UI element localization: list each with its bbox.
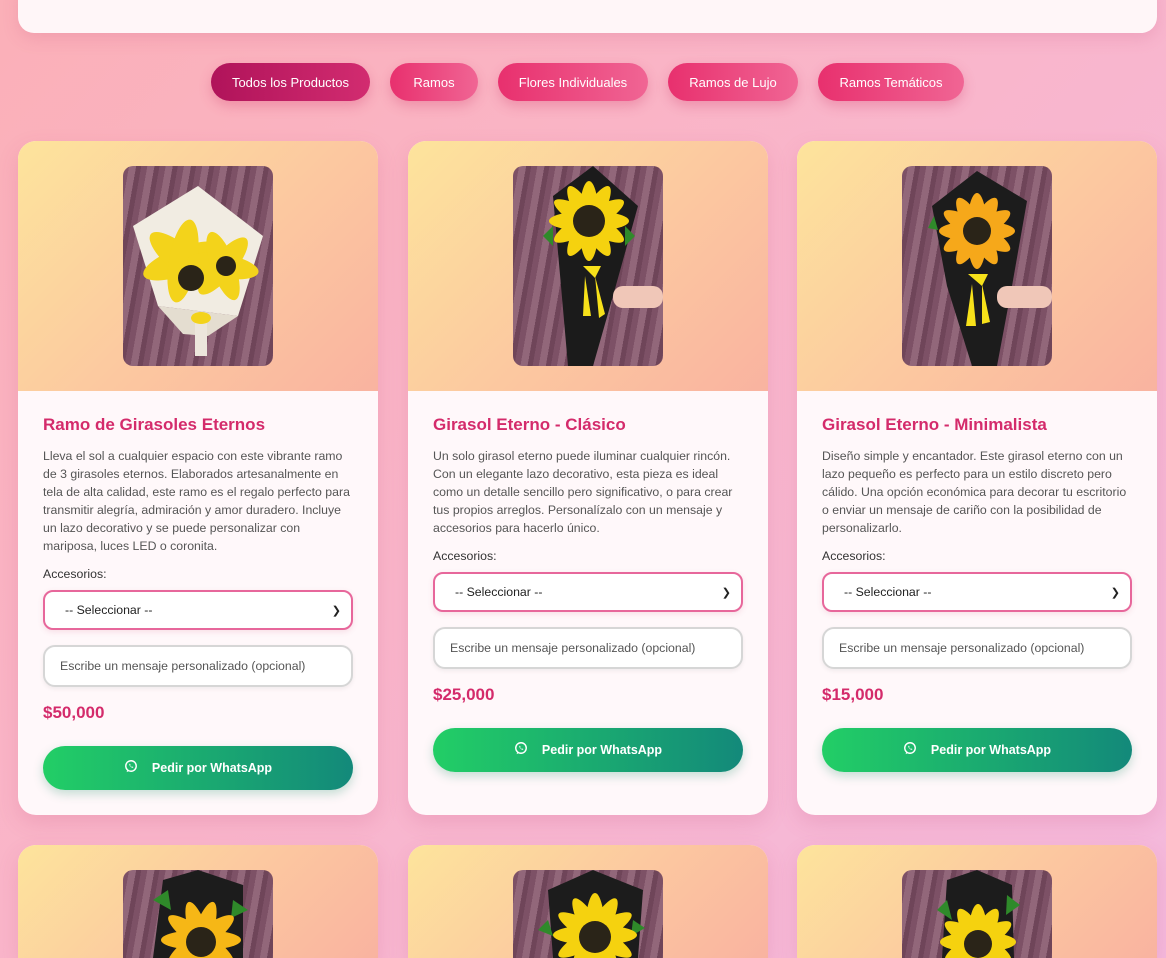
product-card: Girasol Eterno - Clásico Un solo girasol… — [408, 141, 768, 815]
product-photo — [902, 870, 1052, 958]
whatsapp-icon — [514, 742, 527, 755]
select-value: -- Seleccionar -- — [455, 585, 543, 599]
chevron-down-icon: ❯ — [1110, 586, 1120, 599]
chevron-down-icon: ❯ — [331, 604, 341, 617]
accessories-label: Accesorios: — [43, 567, 107, 581]
custom-message-input[interactable] — [433, 627, 743, 669]
accessories-label: Accesorios: — [822, 549, 886, 563]
filter-flores-individuales[interactable]: Flores Individuales — [498, 63, 648, 101]
order-whatsapp-button[interactable]: Pedir por WhatsApp — [433, 728, 743, 772]
product-title: Girasol Eterno - Minimalista — [822, 415, 1047, 434]
header-panel — [18, 0, 1157, 33]
accessories-select[interactable]: -- Seleccionar -- ❯ — [43, 590, 353, 630]
order-button-label: Pedir por WhatsApp — [541, 743, 663, 757]
order-whatsapp-button[interactable]: Pedir por WhatsApp — [43, 746, 353, 790]
product-title: Girasol Eterno - Clásico — [433, 415, 626, 434]
accessories-label: Accesorios: — [433, 549, 497, 563]
filter-ramos[interactable]: Ramos — [390, 63, 478, 101]
product-photo — [123, 166, 273, 366]
product-image-area — [408, 141, 768, 391]
product-photo — [513, 870, 663, 958]
filter-todos-los-productos[interactable]: Todos los Productos — [211, 63, 370, 101]
product-image-area — [408, 845, 768, 958]
chevron-down-icon: ❯ — [721, 586, 731, 599]
product-card: Girasol Eterno - Minimalista Diseño simp… — [797, 141, 1157, 815]
accessories-select[interactable]: -- Seleccionar -- ❯ — [822, 572, 1132, 612]
product-image-area — [797, 845, 1157, 958]
order-whatsapp-button[interactable]: Pedir por WhatsApp — [822, 728, 1132, 772]
product-price: $50,000 — [43, 703, 105, 722]
product-image-area — [18, 845, 378, 958]
whatsapp-icon — [124, 760, 137, 773]
select-value: -- Seleccionar -- — [844, 585, 932, 599]
product-price: $25,000 — [433, 685, 495, 704]
filter-ramos-tematicos[interactable]: Ramos Temáticos — [818, 63, 964, 101]
product-photo — [513, 166, 663, 366]
product-image-area — [18, 141, 378, 391]
custom-message-input[interactable] — [822, 627, 1132, 669]
product-description: Diseño simple y encantador. Este girasol… — [822, 449, 1127, 535]
product-card — [18, 845, 378, 958]
product-card — [797, 845, 1157, 958]
product-title: Ramo de Girasoles Eternos — [43, 415, 266, 434]
order-button-label: Pedir por WhatsApp — [151, 761, 273, 775]
product-card: Ramo de Girasoles Eternos Lleva el sol a… — [18, 141, 378, 815]
product-description: Un solo girasol eterno puede iluminar cu… — [433, 449, 733, 535]
whatsapp-icon — [903, 742, 916, 755]
product-photo — [902, 166, 1052, 366]
product-card — [408, 845, 768, 958]
custom-message-input[interactable] — [43, 645, 353, 687]
filter-ramos-de-lujo[interactable]: Ramos de Lujo — [668, 63, 798, 101]
accessories-select[interactable]: -- Seleccionar -- ❯ — [433, 572, 743, 612]
product-price: $15,000 — [822, 685, 884, 704]
product-image-area — [797, 141, 1157, 391]
order-button-label: Pedir por WhatsApp — [930, 743, 1052, 757]
select-value: -- Seleccionar -- — [65, 603, 153, 617]
product-description: Lleva el sol a cualquier espacio con est… — [43, 449, 350, 553]
category-filters: Todos los Productos Ramos Flores Individ… — [0, 63, 1166, 101]
product-photo — [123, 870, 273, 958]
